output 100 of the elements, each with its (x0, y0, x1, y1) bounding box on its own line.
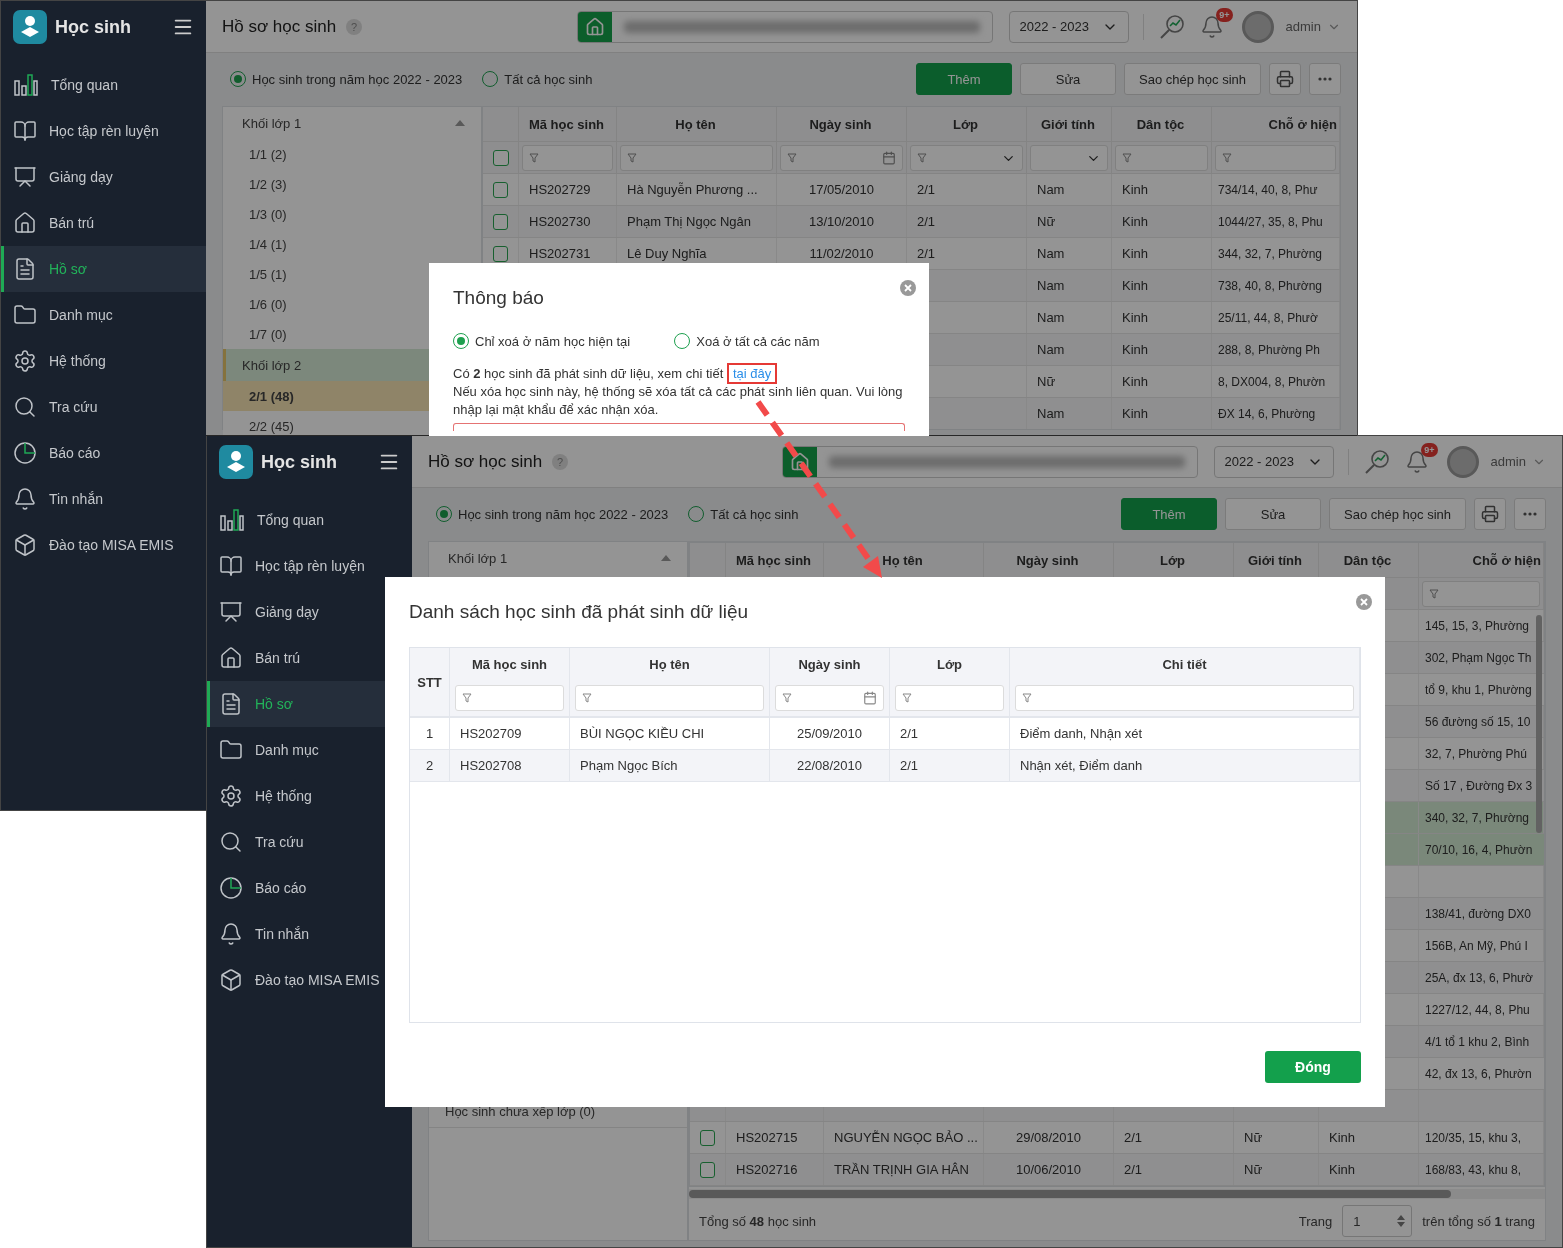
table-cell: Nữ (1244, 1130, 1263, 1145)
total-count: Tổng số 48 học sinh (699, 1213, 817, 1229)
table-cell: Nam (1037, 342, 1065, 357)
table-cell: Hà Nguyễn Phương ... (627, 182, 758, 197)
table-cell: Nam (1037, 278, 1065, 293)
table-cell: HS202715 (736, 1130, 798, 1145)
table-cell: 138/41, đường DX0 (1425, 906, 1531, 921)
table-cell: 120/35, 15, khu 3, (1425, 1130, 1522, 1145)
table-cell: 2/1 (900, 726, 919, 741)
table-cell: Phạm Thị Ngọc Ngân (627, 214, 752, 229)
table-cell: HS202730 (529, 214, 591, 229)
table-cell: 1227/12, 44, 8, Phu (1425, 1002, 1530, 1017)
table-cell: Kinh (1122, 182, 1149, 197)
table-cell: 2/1 (917, 214, 936, 229)
table-cell: 2/1 (917, 246, 936, 261)
table-cell: 2/1 (917, 182, 936, 197)
table-cell: HS202729 (529, 182, 591, 197)
table-cell: Kinh (1122, 342, 1149, 357)
table-cell: TRẦN TRỊNH GIA HÂN (834, 1162, 969, 1177)
table-cell: Nữ (1037, 214, 1056, 229)
table-cell: NGUYỄN NGỌC BẢO ... (834, 1130, 978, 1145)
table-cell: 145, 15, 3, Phường (1425, 618, 1529, 633)
table-cell: BÙI NGỌC KIỀU CHI (580, 726, 705, 741)
table-cell: Kinh (1122, 374, 1149, 389)
table-cell: 344, 32, 7, Phường (1218, 246, 1322, 261)
column-header: Họ tên (617, 107, 777, 141)
table-cell: 29/08/2010 (1015, 1130, 1082, 1145)
column-header: Ngày sinh (777, 107, 907, 141)
table-cell: 11/02/2010 (809, 246, 874, 261)
table-cell: ĐX 14, 6, Phường (1218, 406, 1316, 421)
table-cell: 1 (425, 726, 434, 741)
table-cell: Số 17 , Đường Đx 3 (1425, 778, 1533, 793)
column-header: Mã học sinh (519, 107, 617, 141)
table-cell: HS202708 (460, 758, 522, 773)
table-cell: 32, 7, Phường Phú (1425, 746, 1527, 761)
table-cell: Phạm Ngọc Bích (580, 758, 678, 773)
group-label: Khối lớp 1 (242, 115, 302, 131)
page-total: trên tổng số 1 trang (1422, 1213, 1535, 1229)
table-cell: Kinh (1122, 246, 1149, 261)
table-cell: 25/09/2010 (796, 726, 863, 741)
table-cell: Điểm danh, Nhận xét (1020, 726, 1143, 741)
table-cell: 17/05/2010 (808, 182, 875, 197)
table-cell: Nữ (1244, 1162, 1263, 1177)
table-cell: Kinh (1122, 310, 1149, 325)
column-header: Chỗ ở hiện (1419, 543, 1544, 577)
table-cell: 1044/27, 35, 8, Phu (1218, 214, 1323, 229)
table-cell: 168/83, 43, khu 8, (1425, 1162, 1522, 1177)
table-cell: 70/10, 16, 4, Phườn (1425, 842, 1533, 857)
table-cell: HS202731 (529, 246, 591, 261)
table-cell: 25/11, 44, 8, Phườ (1218, 310, 1318, 325)
table-cell: Lê Duy Nghĩa (627, 246, 707, 261)
column-header: Mã học sinh (450, 648, 570, 680)
column-header: Ngày sinh (770, 648, 890, 680)
table-cell: 42, đx 13, 6, Phườn (1425, 1066, 1532, 1081)
column-header: Chỗ ở hiện (1212, 107, 1340, 141)
table-cell: 25A, đx 13, 6, Phườ (1425, 970, 1533, 985)
column-header: Lớp (907, 107, 1027, 141)
table-cell: 56 đường số 15, 10 (1425, 714, 1531, 729)
table-cell: Kinh (1122, 278, 1149, 293)
column-header: Dân tộc (1112, 107, 1212, 141)
table-cell: Kinh (1329, 1130, 1356, 1145)
table-cell: Kinh (1122, 406, 1149, 421)
table-cell: 8, DX004, 8, Phườn (1218, 374, 1326, 389)
table-cell: HS202709 (460, 726, 522, 741)
app-title: Học sinh (55, 16, 132, 38)
table-cell: 4/1 tổ 1 khu 2, Bình (1425, 1034, 1530, 1049)
notification-badge: 9+ (1421, 442, 1438, 457)
column-header: Chi tiết (1010, 648, 1360, 680)
table-cell: Nhận xét, Điểm danh (1020, 758, 1143, 773)
table-cell: 2/1 (1124, 1130, 1143, 1145)
column-header: Lớp (890, 648, 1010, 680)
table-cell: 2 (425, 758, 434, 773)
notification-badge: 9+ (1216, 7, 1233, 22)
table-cell: 2/1 (900, 758, 919, 773)
page-title: Hồ sơ học sinh (222, 16, 337, 37)
table-cell: 340, 32, 7, Phường (1425, 810, 1529, 825)
column-header: STT (410, 648, 450, 716)
table-cell: Nam (1037, 182, 1065, 197)
table-cell: 734/14, 40, 8, Phư (1218, 182, 1318, 197)
table-cell: HS202716 (736, 1162, 798, 1177)
table-cell: Kinh (1122, 214, 1149, 229)
table-cell: tổ 9, khu 1, Phường (1425, 682, 1532, 697)
group-label: Khối lớp 1 (448, 550, 508, 566)
table-cell: 22/08/2010 (796, 758, 863, 773)
table-cell: 288, 8, Phường Ph (1218, 342, 1320, 357)
table-cell: Nữ (1037, 374, 1056, 389)
table-cell: 10/06/2010 (1015, 1162, 1082, 1177)
page-label: Trang (1298, 1213, 1333, 1229)
table-cell: 156B, An Mỹ, Phú I (1425, 938, 1528, 953)
table-cell: Kinh (1329, 1162, 1356, 1177)
table-cell: Nam (1037, 310, 1065, 325)
dialog-title: Danh sách học sinh đã phát sinh dữ liệu (409, 601, 750, 623)
page-title: Hồ sơ học sinh (428, 451, 543, 472)
table-cell: 2/1 (1124, 1162, 1143, 1177)
table-cell: Nam (1037, 406, 1065, 421)
column-header: Giới tính (1027, 107, 1112, 141)
app-title: Học sinh (261, 451, 338, 473)
table-cell: Nam (1037, 246, 1065, 261)
table-cell: 13/10/2010 (808, 214, 875, 229)
column-header: Họ tên (570, 648, 770, 680)
